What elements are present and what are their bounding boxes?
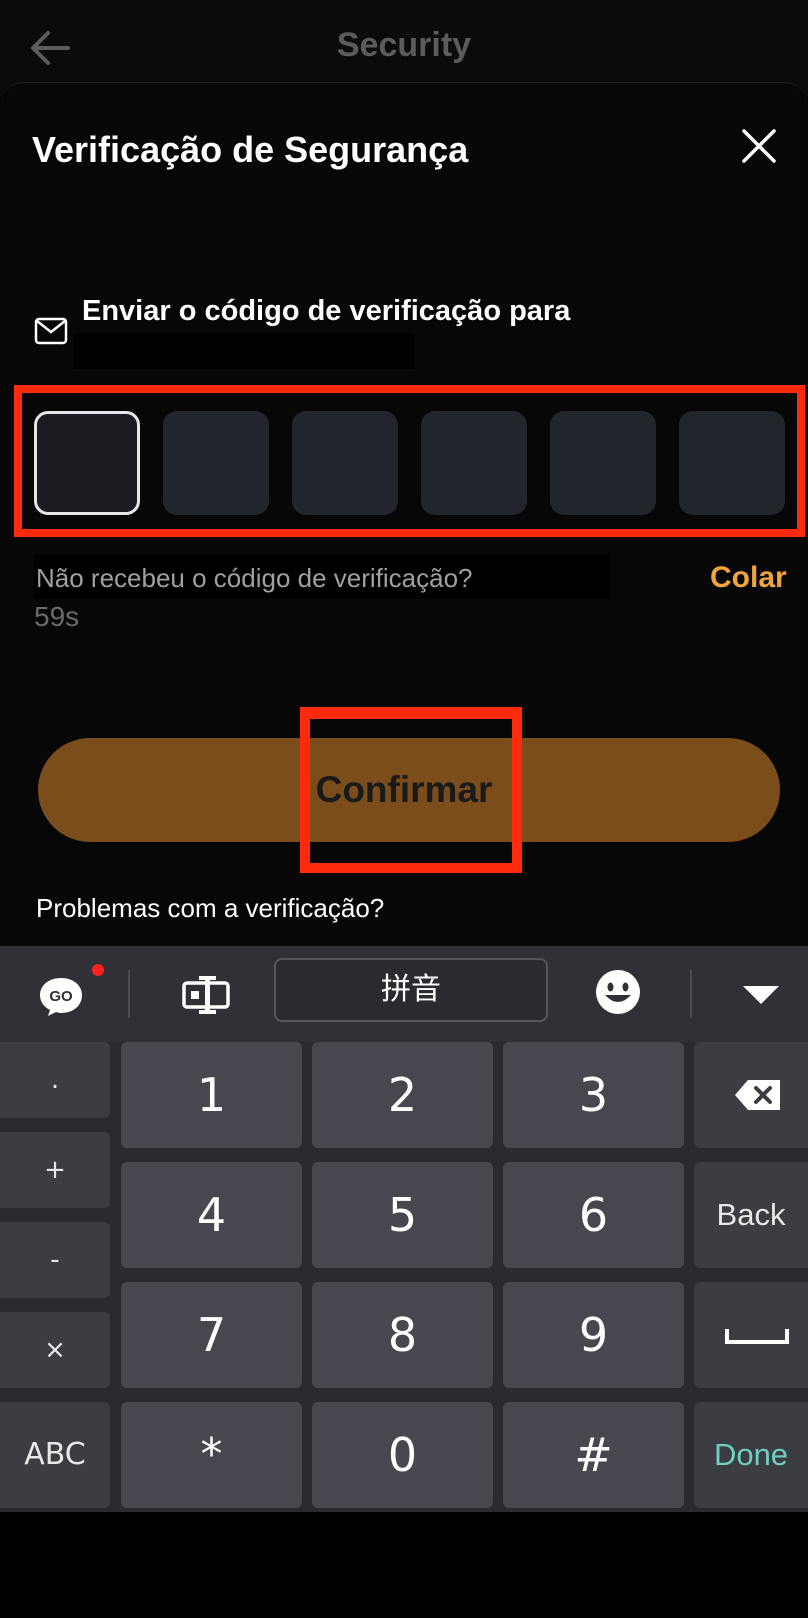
page-title: Security xyxy=(336,26,472,64)
redacted-destination xyxy=(74,333,414,369)
keyboard-toolbar: GO 拼音 xyxy=(0,946,808,1042)
cursor-move-icon[interactable] xyxy=(182,974,230,1016)
code-digit-box[interactable] xyxy=(34,411,140,515)
key-1[interactable]: 1 xyxy=(121,1042,302,1148)
emoji-icon[interactable] xyxy=(594,968,642,1016)
key-hash[interactable]: # xyxy=(503,1402,684,1508)
paste-button[interactable]: Colar xyxy=(710,561,787,595)
sheet-title: Verificação de Segurança xyxy=(32,129,469,170)
system-bottom-area xyxy=(0,1512,808,1618)
key-3[interactable]: 3 xyxy=(503,1042,684,1148)
done-key[interactable]: Done xyxy=(694,1402,808,1508)
numeric-keyboard: GO 拼音 . + - × ABC 1 2 3 4 5 6 7 8 9 * 0 … xyxy=(0,946,808,1512)
toolbar-divider xyxy=(128,970,130,1018)
mail-icon xyxy=(34,317,68,345)
go-keyboard-icon[interactable]: GO xyxy=(36,974,86,1018)
key-asterisk[interactable]: * xyxy=(121,1402,302,1508)
key-7[interactable]: 7 xyxy=(121,1282,302,1388)
code-digit-box[interactable] xyxy=(679,411,785,515)
key-6[interactable]: 6 xyxy=(503,1162,684,1268)
close-icon[interactable] xyxy=(740,127,778,165)
notification-dot xyxy=(92,964,104,976)
key-8[interactable]: 8 xyxy=(312,1282,493,1388)
svg-text:GO: GO xyxy=(49,988,73,1005)
space-key[interactable] xyxy=(694,1282,808,1388)
key-abc[interactable]: ABC xyxy=(0,1402,110,1508)
backspace-key[interactable] xyxy=(694,1042,808,1148)
key-9[interactable]: 9 xyxy=(503,1282,684,1388)
confirm-highlight xyxy=(300,707,522,873)
key-dot[interactable]: . xyxy=(0,1042,110,1118)
code-digit-box[interactable] xyxy=(550,411,656,515)
key-2[interactable]: 2 xyxy=(312,1042,493,1148)
security-verification-sheet: Verificação de Segurança Enviar o código… xyxy=(0,82,808,962)
key-plus[interactable]: + xyxy=(0,1132,110,1208)
resend-timer: 59s xyxy=(34,601,80,632)
space-icon xyxy=(725,1329,789,1344)
not-received-hint: Não recebeu o código de verificação? xyxy=(36,563,473,593)
pinyin-switch-button[interactable]: 拼音 xyxy=(274,958,548,1022)
code-digit-box[interactable] xyxy=(292,411,398,515)
key-minus[interactable]: - xyxy=(0,1222,110,1298)
backspace-icon xyxy=(735,1080,780,1110)
hide-keyboard-icon[interactable] xyxy=(740,982,782,1006)
send-code-label: Enviar o código de verificação para xyxy=(82,295,571,327)
code-digit-box[interactable] xyxy=(421,411,527,515)
back-key[interactable]: Back xyxy=(694,1162,808,1268)
key-0[interactable]: 0 xyxy=(312,1402,493,1508)
toolbar-divider xyxy=(690,970,692,1018)
key-multiply[interactable]: × xyxy=(0,1312,110,1388)
key-4[interactable]: 4 xyxy=(121,1162,302,1268)
key-5[interactable]: 5 xyxy=(312,1162,493,1268)
code-digit-box[interactable] xyxy=(163,411,269,515)
verification-problems-link[interactable]: Problemas com a verificação? xyxy=(36,893,384,924)
